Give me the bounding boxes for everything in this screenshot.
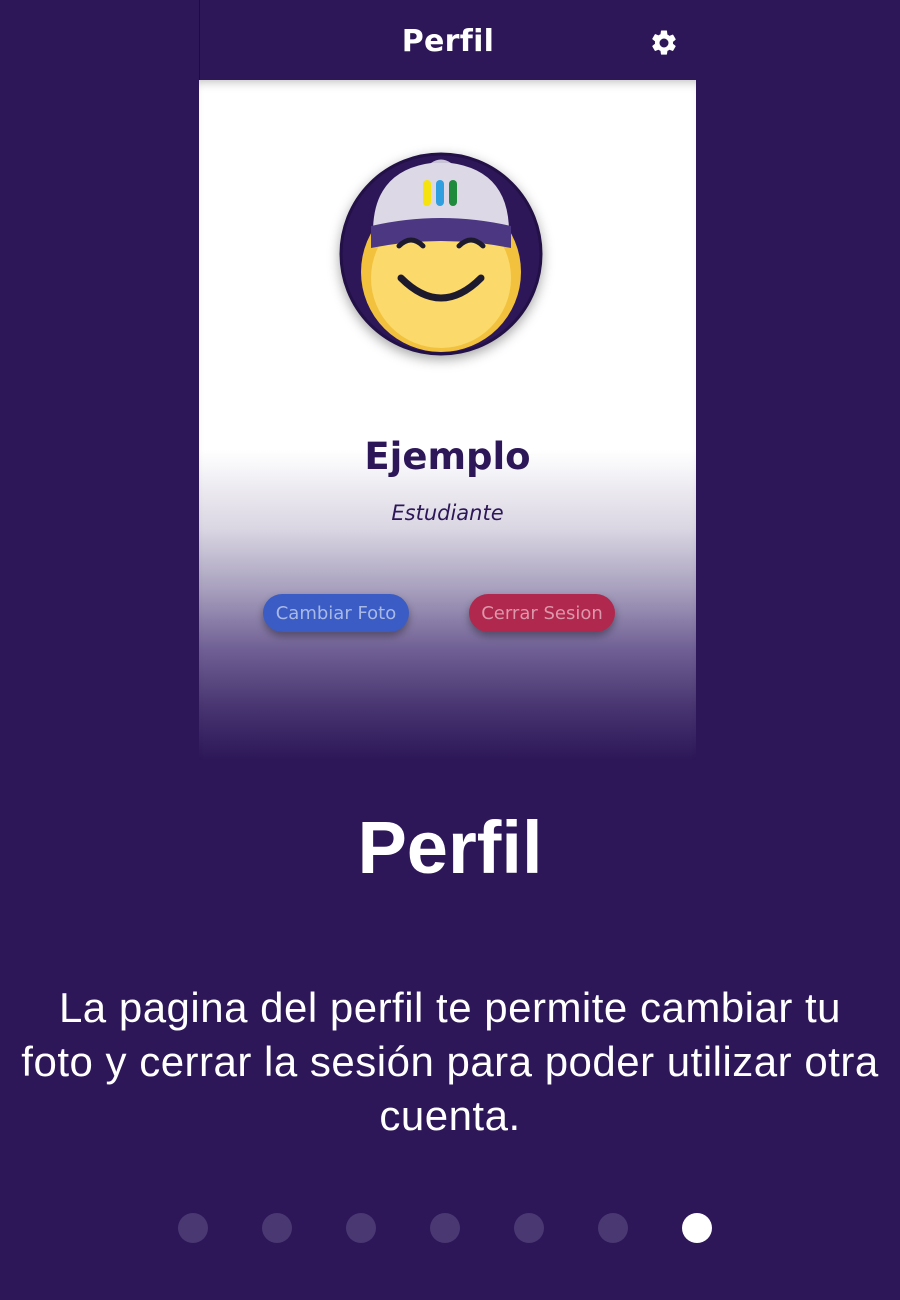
profile-name: Ejemplo xyxy=(364,435,531,478)
page-indicator xyxy=(178,1213,718,1243)
page-dot-7[interactable] xyxy=(682,1213,712,1243)
page-dot-1[interactable] xyxy=(178,1213,208,1243)
page-dot-2[interactable] xyxy=(262,1213,292,1243)
change-photo-button[interactable]: Cambiar Foto xyxy=(263,594,409,632)
page-dot-6[interactable] xyxy=(598,1213,628,1243)
page-dot-4[interactable] xyxy=(430,1213,460,1243)
onboarding-title: Perfil xyxy=(357,806,543,889)
page-dot-5[interactable] xyxy=(514,1213,544,1243)
page-dot-3[interactable] xyxy=(346,1213,376,1243)
logout-button[interactable]: Cerrar Sesion xyxy=(469,594,615,632)
app-screenshot: Perfil Ejemplo Estudiante Cambiar Foto C… xyxy=(199,0,696,760)
profile-card: Ejemplo Estudiante Cambiar Foto Cerrar S… xyxy=(199,80,696,760)
onboarding-description: La pagina del perfil te permite cambiar … xyxy=(21,984,879,1139)
profile-role: Estudiante xyxy=(391,501,504,525)
app-header: Perfil xyxy=(199,0,696,80)
gear-icon[interactable] xyxy=(649,28,679,58)
avatar[interactable] xyxy=(339,152,543,356)
header-title: Perfil xyxy=(401,24,495,59)
